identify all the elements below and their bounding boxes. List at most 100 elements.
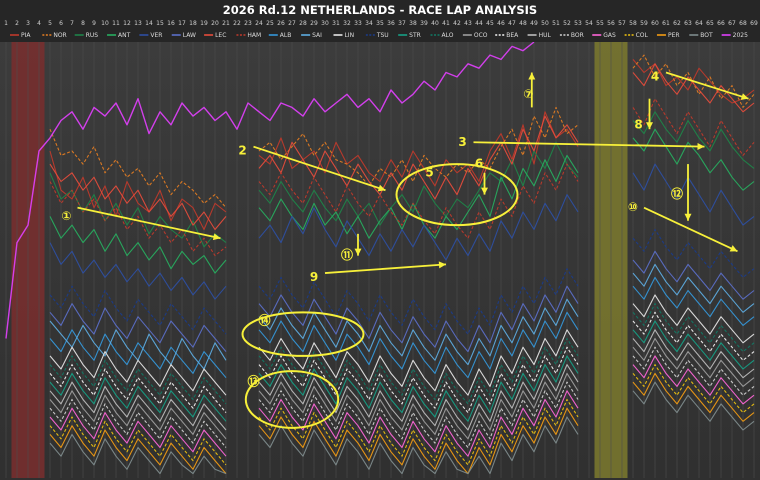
x-tick-label: 32 <box>343 20 351 27</box>
x-tick-label: 16 <box>167 20 175 27</box>
x-tick-label: 23 <box>244 20 252 27</box>
x-tick-label: 67 <box>728 20 736 27</box>
x-tick-label: 51 <box>552 20 560 27</box>
legend-label-ver: VER <box>150 32 162 39</box>
x-tick-label: 7 <box>70 20 74 27</box>
x-tick-label: 30 <box>321 20 329 27</box>
legend-label-law: LAW <box>183 32 196 39</box>
x-tick-label: 1 <box>4 20 8 27</box>
annotation-label: 6 <box>475 157 483 171</box>
chart-root: ①23456⑦89⑪⑩⑫⑬⑭ 2026 Rd.12 NETHERLANDS - … <box>0 0 760 480</box>
x-tick-label: 12 <box>123 20 131 27</box>
x-tick-label: 37 <box>398 20 406 27</box>
annotation-label: ⑬ <box>247 374 259 389</box>
x-tick-label: 41 <box>442 20 450 27</box>
legend-label-lec: LEC <box>215 32 226 39</box>
legend-label-nor: NOR <box>53 32 66 39</box>
legend-label-tsu: TSU <box>376 32 389 39</box>
x-tick-label: 60 <box>651 20 659 27</box>
legend-label-bot: BOT <box>700 32 713 39</box>
x-tick-label: 6 <box>59 20 63 27</box>
x-tick-label: 5 <box>48 20 52 27</box>
x-tick-label: 19 <box>200 20 208 27</box>
x-tick-label: 48 <box>519 20 527 27</box>
legend-label-lin: LIN <box>344 32 354 39</box>
x-tick-label: 29 <box>310 20 318 27</box>
annotation-label: ⑪ <box>341 247 353 262</box>
x-tick-label: 45 <box>486 20 494 27</box>
x-tick-label: 15 <box>156 20 164 27</box>
legend-label-col: COL <box>636 32 649 39</box>
x-tick-label: 54 <box>585 20 593 27</box>
annotation-label: 8 <box>634 117 642 131</box>
annotation-label: 3 <box>458 135 466 149</box>
legend-label-alo: ALO <box>442 32 454 39</box>
legend-label-gas: GAS <box>603 32 616 39</box>
header: 2026 Rd.12 NETHERLANDS - RACE LAP ANALYS… <box>0 0 760 42</box>
x-tick-label: 22 <box>233 20 241 27</box>
x-tick-label: 66 <box>717 20 725 27</box>
x-tick-label: 56 <box>607 20 615 27</box>
x-tick-label: 36 <box>387 20 395 27</box>
x-tick-label: 40 <box>431 20 439 27</box>
x-tick-label: 28 <box>299 20 307 27</box>
x-tick-label: 8 <box>81 20 85 27</box>
annotation-label: 4 <box>651 69 659 83</box>
x-tick-label: 18 <box>189 20 197 27</box>
race-lap-chart: ①23456⑦89⑪⑩⑫⑬⑭ 2026 Rd.12 NETHERLANDS - … <box>0 0 760 480</box>
x-tick-label: 61 <box>662 20 670 27</box>
legend-label-ham: HAM <box>247 32 261 39</box>
x-tick-label: 9 <box>92 20 96 27</box>
chart-title: 2026 Rd.12 NETHERLANDS - RACE LAP ANALYS… <box>223 3 537 17</box>
x-tick-label: 49 <box>530 20 538 27</box>
x-tick-label: 25 <box>266 20 274 27</box>
legend-label-sai: SAI <box>312 32 322 39</box>
legend-label-pia: PIA <box>21 32 31 39</box>
x-tick-label: 68 <box>739 20 747 27</box>
x-tick-label: 57 <box>618 20 626 27</box>
x-tick-label: 47 <box>508 20 516 27</box>
legend-label-str: STR <box>409 32 421 39</box>
x-tick-label: 2 <box>15 20 19 27</box>
x-tick-label: 14 <box>145 20 153 27</box>
annotation-label: ① <box>61 209 71 223</box>
x-tick-label: 20 <box>211 20 219 27</box>
x-tick-label: 46 <box>497 20 505 27</box>
legend-label-alb: ALB <box>280 32 292 39</box>
annotation-label: ⑦ <box>523 87 533 101</box>
legend-label-per: PER <box>668 32 680 39</box>
legend-label-ant: ANT <box>118 32 131 39</box>
x-tick-label: 52 <box>563 20 571 27</box>
x-tick-label: 3 <box>26 20 30 27</box>
legend-label-hul: HUL <box>539 32 552 39</box>
x-tick-label: 50 <box>541 20 549 27</box>
x-tick-label: 65 <box>706 20 714 27</box>
x-tick-label: 33 <box>354 20 362 27</box>
x-tick-label: 42 <box>453 20 461 27</box>
legend-label-2025: 2025 <box>733 32 748 39</box>
legend-label-bor: BOR <box>571 32 584 39</box>
x-tick-label: 4 <box>37 20 41 27</box>
x-tick-label: 63 <box>684 20 692 27</box>
x-tick-label: 24 <box>255 20 263 27</box>
x-tick-label: 11 <box>112 20 120 27</box>
x-tick-label: 55 <box>596 20 604 27</box>
x-tick-label: 39 <box>420 20 428 27</box>
x-tick-label: 31 <box>332 20 340 27</box>
x-tick-label: 59 <box>640 20 648 27</box>
x-tick-label: 10 <box>101 20 109 27</box>
annotation-label: ⑭ <box>258 313 270 328</box>
x-tick-label: 44 <box>475 20 483 27</box>
x-tick-label: 27 <box>288 20 296 27</box>
annotation-label: ⑩ <box>628 200 638 214</box>
x-tick-label: 35 <box>376 20 384 27</box>
x-tick-label: 38 <box>409 20 417 27</box>
x-tick-label: 43 <box>464 20 472 27</box>
x-tick-label: 13 <box>134 20 142 27</box>
x-tick-label: 17 <box>178 20 186 27</box>
x-tick-label: 58 <box>629 20 637 27</box>
legend-label-oco: OCO <box>474 32 488 39</box>
x-tick-label: 69 <box>750 20 758 27</box>
x-tick-label: 64 <box>695 20 703 27</box>
x-tick-label: 53 <box>574 20 582 27</box>
